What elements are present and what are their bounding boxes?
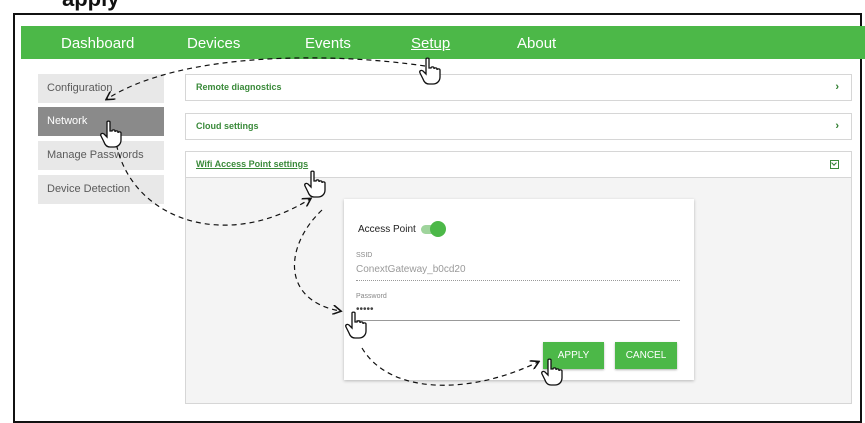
hand-cursor-icon [304, 170, 326, 198]
hand-cursor-icon [100, 120, 122, 148]
hand-cursor-icon [541, 358, 563, 386]
hand-cursor-icon [345, 311, 367, 339]
dashed-arrow [107, 57, 426, 99]
dashed-arrow [293, 209, 340, 311]
dashed-arrow [361, 347, 538, 386]
dashed-arrow [114, 135, 310, 226]
hand-cursor-icon [419, 57, 441, 85]
